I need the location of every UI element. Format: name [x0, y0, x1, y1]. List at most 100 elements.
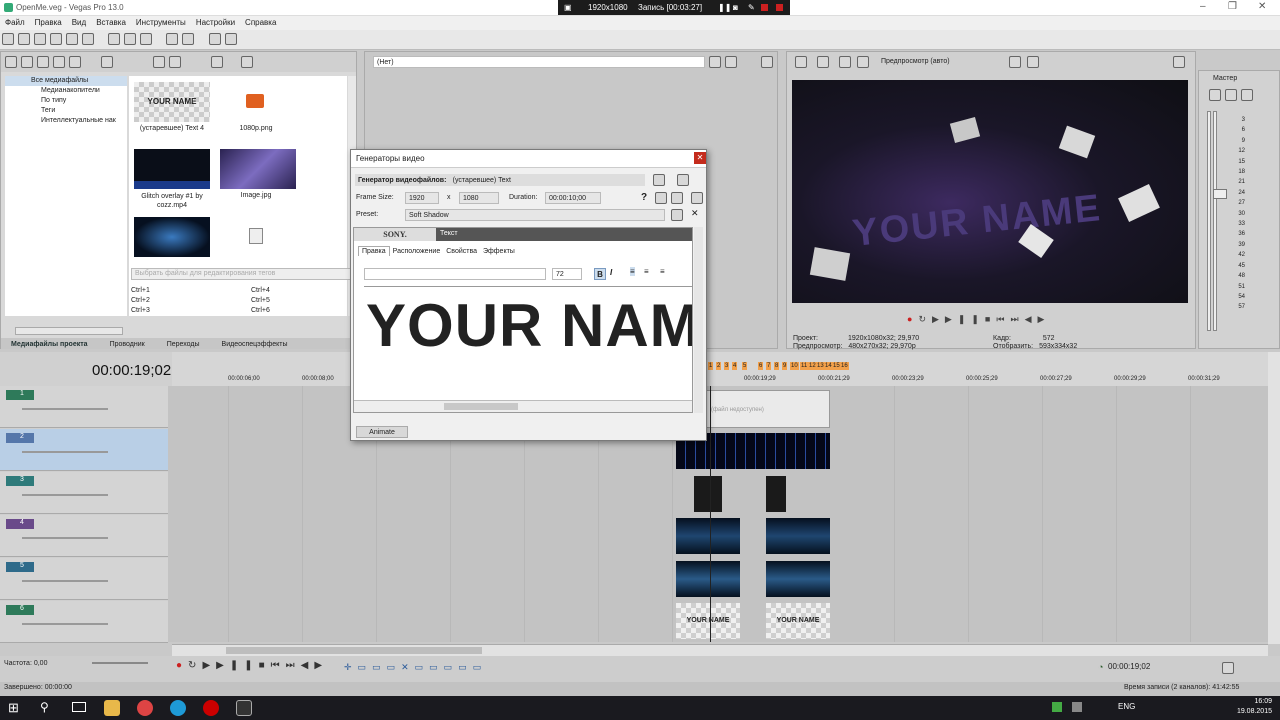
chrome-app-icon[interactable]	[137, 700, 153, 716]
track-header-4[interactable]: 4	[0, 515, 168, 557]
playhead-cursor[interactable]	[710, 386, 711, 642]
prev-frame-button[interactable]: ◀	[301, 660, 315, 671]
tab-effects[interactable]: Эффекты	[480, 247, 518, 256]
stop-icon[interactable]	[169, 56, 181, 68]
open-icon[interactable]	[18, 33, 30, 45]
dialog-close-button[interactable]: ✕	[694, 152, 706, 164]
generator-chain-icon[interactable]	[677, 174, 689, 186]
properties-icon[interactable]	[82, 33, 94, 45]
track-level-slider[interactable]	[22, 623, 108, 625]
import-icon[interactable]	[21, 56, 33, 68]
align-center-button[interactable]: ≡	[644, 267, 649, 276]
fx-preset-select[interactable]: (Нет)	[373, 56, 705, 68]
stop-button[interactable]: ■	[259, 660, 271, 671]
normal-edit-tool-icon[interactable]: ✛	[344, 662, 358, 672]
tab-properties[interactable]: Свойства	[443, 247, 480, 256]
tool-icon[interactable]	[208, 33, 221, 45]
track-level-slider[interactable]	[22, 408, 108, 410]
play-button[interactable]: ▶	[216, 660, 230, 671]
close-button[interactable]: ✕	[1258, 1, 1266, 12]
search-icon[interactable]	[241, 56, 253, 68]
split-icon[interactable]: ▭	[429, 662, 444, 672]
preview-stop-button[interactable]: ■	[985, 314, 996, 324]
minimize-button[interactable]: –	[1200, 1, 1206, 12]
stop-record-icon[interactable]	[761, 4, 768, 11]
track-level-slider[interactable]	[22, 451, 108, 453]
start-button[interactable]: ⊞	[8, 700, 19, 716]
timeline-marker[interactable]: 16	[840, 362, 849, 370]
editor-hscrollbar[interactable]	[354, 400, 692, 412]
timeline-marker[interactable]: 4	[732, 362, 738, 370]
record-button[interactable]: ●	[176, 660, 188, 671]
mixer-pan-icon[interactable]	[1225, 89, 1237, 101]
animate-button[interactable]: Animate	[356, 426, 408, 438]
timeline-marker[interactable]: 9	[782, 362, 788, 370]
clip-flare-track4-b[interactable]	[766, 518, 830, 554]
dialog-vscrollbar[interactable]	[694, 227, 703, 413]
align-right-button[interactable]: ≡	[660, 267, 665, 276]
track-level-slider[interactable]	[22, 580, 108, 582]
font-family-select[interactable]	[364, 268, 546, 280]
play-from-start-button[interactable]: ▶	[202, 660, 216, 671]
track-header-2[interactable]: 2	[0, 429, 168, 471]
timeline-marker[interactable]: 11	[800, 362, 809, 370]
menu-options[interactable]: Настройки	[196, 18, 235, 27]
track-header-1[interactable]: 1	[0, 386, 168, 428]
capture-icon[interactable]	[37, 56, 49, 68]
menu-insert[interactable]: Вставка	[96, 18, 126, 27]
tree-item-all-media[interactable]: Все медиафайлы	[5, 76, 127, 86]
fx-display-icon[interactable]	[761, 56, 773, 68]
copy-snapshot-icon[interactable]	[1009, 56, 1021, 68]
selection-tool-icon[interactable]: ▭	[372, 662, 387, 672]
save-preset-icon[interactable]	[671, 209, 683, 221]
preview-pause-button[interactable]: ❚❚	[958, 314, 985, 324]
duration-input[interactable]: 00:00:10;00	[545, 192, 601, 204]
clock-time[interactable]: 16:09	[1232, 698, 1272, 705]
record-icon[interactable]	[776, 4, 783, 11]
undo-icon[interactable]	[166, 33, 179, 45]
plugin-chain-icon[interactable]	[655, 192, 667, 204]
pen-icon[interactable]: ✎	[748, 3, 755, 12]
clip-flare-track4-a[interactable]	[676, 518, 740, 554]
delete-icon[interactable]: ✕	[401, 662, 415, 672]
preview-close-icon[interactable]	[1173, 56, 1185, 68]
timeline-marker[interactable]: 7	[766, 362, 772, 370]
snap-icon[interactable]: ▭	[473, 662, 488, 672]
zoom-tool-icon[interactable]: ▭	[387, 662, 402, 672]
search-media-icon[interactable]	[69, 56, 81, 68]
save-snapshot-icon[interactable]	[1027, 56, 1039, 68]
track-header-5[interactable]: 5	[0, 558, 168, 600]
split-screen-icon[interactable]	[839, 56, 851, 68]
tab-explorer[interactable]: Проводник	[110, 341, 145, 348]
timeline-marker[interactable]: 8	[774, 362, 780, 370]
timeline-marker[interactable]: 2	[716, 362, 722, 370]
timeline-marker[interactable]: 3	[724, 362, 730, 370]
tag-field[interactable]: Выбрать файлы для редактирования тегов	[131, 268, 351, 280]
clip-flare-track5-b[interactable]	[766, 561, 830, 597]
fx-chain-icon[interactable]	[709, 56, 721, 68]
new-icon[interactable]	[2, 33, 14, 45]
master-fader[interactable]	[1213, 189, 1227, 199]
envelope-tool-icon[interactable]: ▭	[358, 662, 373, 672]
external-monitor-icon[interactable]	[817, 56, 829, 68]
clip-text-track6-a[interactable]: YOUR NAME	[676, 603, 740, 639]
font-size-select[interactable]: 72	[552, 268, 582, 280]
clip-flare-track5-a[interactable]	[676, 561, 740, 597]
rate-slider[interactable]	[92, 662, 148, 664]
tab-transitions[interactable]: Переходы	[167, 341, 200, 348]
language-indicator[interactable]: ENG	[1118, 702, 1135, 711]
text-editor[interactable]: YOUR NAM	[364, 286, 692, 400]
preview-loop-button[interactable]: ↻	[918, 314, 932, 324]
project-icon[interactable]	[1222, 662, 1234, 674]
copy-icon[interactable]	[124, 33, 137, 45]
clip-track3-a[interactable]	[694, 476, 722, 512]
maximize-button[interactable]: ❐	[1228, 1, 1237, 12]
italic-button[interactable]: I	[610, 268, 612, 277]
tray-icon[interactable]	[1052, 702, 1062, 712]
marker-icon[interactable]: ▭	[458, 662, 473, 672]
frame-width-input[interactable]: 1920	[405, 192, 439, 204]
loop-button[interactable]: ↻	[188, 660, 202, 671]
timeline-marker[interactable]: 10	[790, 362, 799, 370]
pause-button[interactable]: ❚❚	[230, 660, 259, 671]
go-end-button[interactable]: ⏭	[286, 660, 301, 671]
